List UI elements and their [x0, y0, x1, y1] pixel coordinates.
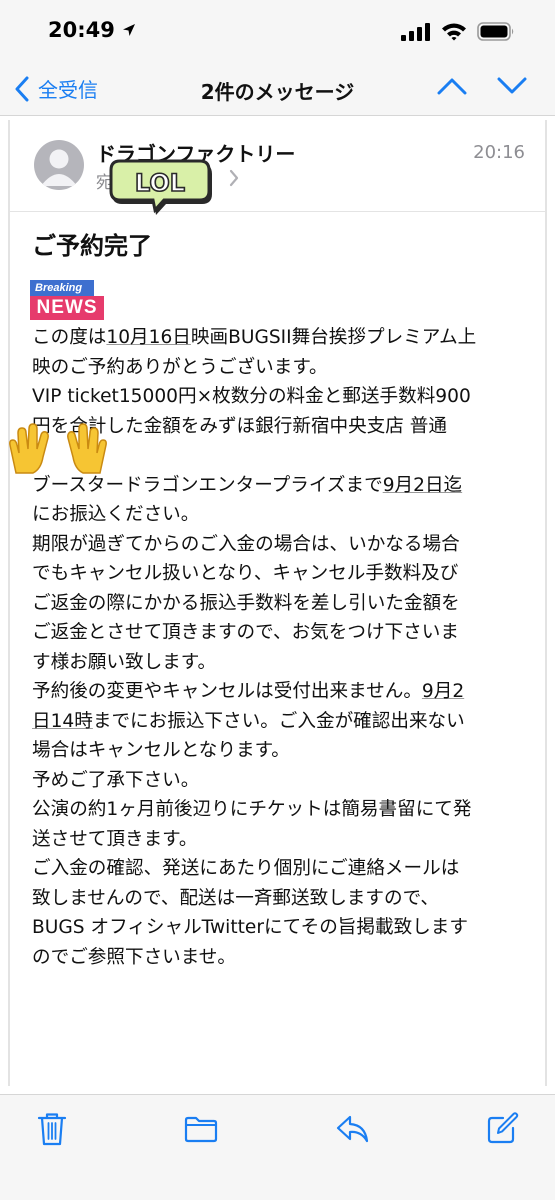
date-link[interactable]: 9月2日迄 — [383, 475, 462, 496]
body-text-segment: 致しませんので、配送は一斉郵送致しますので、 — [32, 887, 440, 909]
body-text-segment: にお振込ください。 — [32, 504, 200, 525]
location-arrow-icon — [122, 24, 135, 36]
status-bar: 20:49 — [0, 0, 555, 64]
cellular-signal-icon — [401, 22, 430, 41]
bottom-toolbar — [0, 1094, 555, 1200]
trash-icon[interactable] — [36, 1111, 68, 1147]
received-time: 20:16 — [473, 142, 525, 163]
message-header[interactable]: ドラゴンファクトリー 宛 20:16 LOL — [10, 120, 545, 215]
body-line: 予めご了承下さい。 — [32, 766, 532, 796]
body-line: 予約後の変更やキャンセルは受付出来ません。9月2 — [32, 677, 532, 707]
status-time: 20:49 — [48, 18, 137, 42]
reply-icon[interactable] — [334, 1111, 370, 1147]
date-link[interactable]: 9月2 — [422, 681, 464, 702]
body-line: 公演の約1ヶ月前後辺りにチケットは簡易書留にて発 — [32, 795, 532, 825]
body-line: 映のご予約ありがとうございます。 — [32, 353, 532, 383]
body-text-segment: 映のご予約ありがとうございます。 — [32, 356, 328, 378]
next-message-icon[interactable] — [497, 76, 527, 96]
person-icon — [41, 149, 77, 186]
body-text-segment: す様お願い致します。 — [32, 651, 217, 673]
breaking-news-sticker: Breaking NEWS — [30, 280, 104, 322]
message-card: ドラゴンファクトリー 宛 20:16 LOL ご予約完了 Breaking NE… — [8, 120, 547, 1086]
status-icons — [401, 22, 515, 41]
body-text-segment: 予約後の変更やキャンセルは受付出来ません。 — [32, 681, 422, 702]
date-link[interactable]: 10月16日 — [106, 327, 191, 348]
message-subject: ご予約完了 — [32, 232, 152, 260]
clock-label: 20:49 — [48, 18, 115, 42]
body-line: 日14時までにお振込下さい。ご入金が確認出来ない — [32, 707, 532, 737]
folder-icon[interactable] — [183, 1111, 219, 1147]
body-text-segment: までにお振込下さい。ご入金が確認出来ない — [92, 710, 465, 732]
body-text-segment: 映画BUGSII舞台挨拶プレミアム上 — [190, 327, 477, 348]
body-text-segment: VIP ticket15000円×枚数分の料金と郵送手数料900 — [32, 386, 471, 407]
raised-hands-sticker — [9, 423, 107, 474]
body-line: ご返金の際にかかる振込手数料を差し引いた金額を — [32, 589, 532, 619]
date-link[interactable]: 日14時 — [32, 711, 93, 732]
body-line: にお振込ください。 — [32, 500, 532, 530]
lol-text: LOL — [135, 169, 185, 197]
body-line: 致しませんので、配送は一斉郵送致しますので、 — [32, 884, 532, 914]
body-line: 送させて頂きます。 — [32, 825, 532, 855]
body-line: ご返金とさせて頂きますので、お気をつけ下さいま — [32, 618, 532, 648]
body-text-segment: 送させて頂きます。 — [32, 828, 198, 850]
avatar — [34, 140, 84, 190]
message-navigation — [437, 76, 527, 96]
body-line: ご入金の確認、発送にあたり個別にご連絡メールは — [32, 854, 532, 884]
wifi-icon — [442, 23, 466, 41]
body-text-segment: 期限が過ぎてからのご入金の場合は、いかなる場合 — [32, 533, 460, 555]
body-text-segment: この度は — [32, 327, 107, 348]
body-text-segment: 公演の約1ヶ月前後辺りにチケットは簡易書留にて発 — [32, 799, 472, 820]
body-line: この度は10月16日映画BUGSII舞台挨拶プレミアム上 — [32, 323, 532, 353]
body-text-segment: 場合はキャンセルとなります。 — [32, 740, 290, 761]
body-text-segment: ご返金の際にかかる振込手数料を差し引いた金額を — [32, 592, 460, 614]
battery-icon — [477, 22, 514, 41]
body-line: 場合はキャンセルとなります。 — [32, 736, 532, 766]
breaking-label: Breaking — [30, 280, 94, 296]
body-line: でもキャンセル扱いとなり、キャンセル手数料及び — [32, 559, 532, 589]
body-text-segment: ご入金の確認、発送にあたり個別にご連絡メールは — [32, 858, 460, 879]
body-text-segment: 予めご了承下さい。 — [32, 769, 200, 791]
body-text-segment: のでご参照下さいませ。 — [32, 946, 236, 968]
body-line: BUGS オフィシャルTwitterにてその旨掲載致します — [32, 913, 532, 943]
body-line: 期限が過ぎてからのご入金の場合は、いかなる場合 — [32, 530, 532, 560]
body-line: のでご参照下さいませ。 — [32, 943, 532, 973]
message-body: この度は10月16日映画BUGSII舞台挨拶プレミアム上映のご予約ありがとうござ… — [32, 323, 532, 972]
body-text-segment: ブースタードラゴンエンタープライズまで — [32, 474, 383, 496]
body-line: す様お願い致します。 — [32, 648, 532, 678]
compose-icon[interactable] — [484, 1111, 520, 1147]
chevron-right-icon[interactable] — [228, 168, 240, 188]
navigation-bar: 全受信 2件のメッセージ — [0, 64, 555, 116]
previous-message-icon[interactable] — [437, 76, 467, 96]
lol-sticker: LOL — [109, 159, 212, 215]
body-text-segment: ご返金とさせて頂きますので、お気をつけ下さいま — [32, 622, 459, 643]
body-text-segment: でもキャンセル扱いとなり、キャンセル手数料及び — [32, 563, 459, 584]
news-label: NEWS — [30, 296, 104, 320]
body-line: VIP ticket15000円×枚数分の料金と郵送手数料900 — [32, 382, 532, 412]
body-text-segment: BUGS オフィシャルTwitterにてその旨掲載致します — [32, 917, 468, 938]
